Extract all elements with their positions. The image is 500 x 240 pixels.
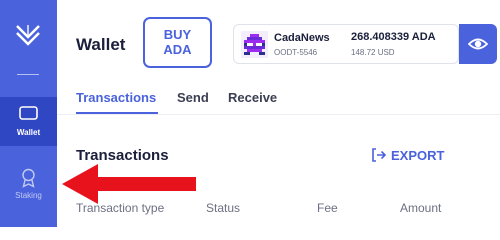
sidebar-item-staking[interactable]: Staking bbox=[0, 160, 57, 208]
tab-send[interactable]: Send bbox=[177, 90, 209, 105]
wallet-selector[interactable]: CadaNews OODT-5546 268.408339 ADA 148.72… bbox=[233, 24, 459, 64]
column-header-amount[interactable]: Amount bbox=[400, 201, 441, 215]
wallet-icon bbox=[19, 106, 38, 125]
sidebar-divider bbox=[17, 74, 39, 75]
tab-transactions[interactable]: Transactions bbox=[76, 90, 156, 105]
buy-button-line1: BUY bbox=[163, 27, 192, 42]
staking-icon bbox=[20, 168, 37, 193]
sidebar: Wallet Staking bbox=[0, 0, 57, 227]
toggle-balance-button[interactable] bbox=[459, 24, 497, 64]
wallet-usd-value: 148.72 USD bbox=[351, 48, 395, 57]
column-header-fee[interactable]: Fee bbox=[317, 201, 338, 215]
tabs-divider bbox=[57, 114, 500, 115]
sidebar-item-label: Wallet bbox=[16, 128, 41, 137]
wallet-name: CadaNews bbox=[274, 32, 330, 44]
export-label: EXPORT bbox=[391, 148, 445, 163]
column-header-status[interactable]: Status bbox=[206, 201, 240, 215]
page-title: Wallet bbox=[76, 35, 126, 54]
export-icon bbox=[372, 148, 387, 162]
wallet-id: OODT-5546 bbox=[274, 48, 318, 57]
buy-button-line2: ADA bbox=[163, 42, 192, 57]
tab-receive[interactable]: Receive bbox=[228, 90, 277, 105]
section-title: Transactions bbox=[76, 147, 169, 164]
app-logo-icon[interactable] bbox=[14, 22, 42, 53]
sidebar-item-label: Staking bbox=[15, 191, 42, 200]
eye-icon bbox=[468, 38, 488, 50]
wallet-balance: 268.408339 ADA bbox=[351, 31, 436, 43]
wallet-avatar-icon bbox=[241, 31, 268, 58]
sidebar-item-wallet[interactable]: Wallet bbox=[0, 97, 57, 146]
buy-ada-button[interactable]: BUY ADA bbox=[143, 17, 212, 68]
red-arrow-icon bbox=[62, 164, 198, 209]
